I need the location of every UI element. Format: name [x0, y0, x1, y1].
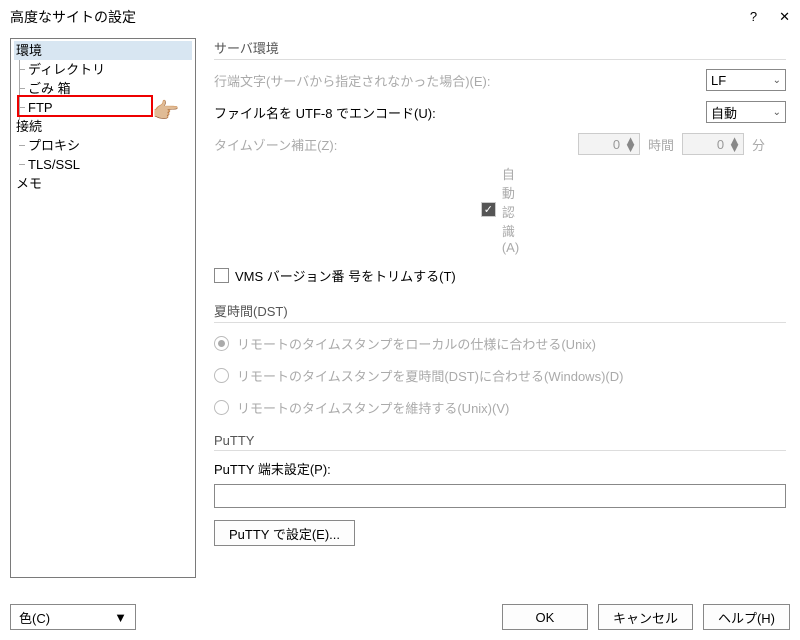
nav-item-directory[interactable]: ディレクトリ	[26, 60, 192, 79]
row-eol: 行端文字(サーバから指定されなかった場合)(E): LF ⌄	[214, 68, 786, 92]
color-button[interactable]: 色(C) ▼	[10, 604, 136, 630]
tz-hours-spinner[interactable]: 0 ▲▼	[578, 133, 640, 155]
color-button-label: 色(C)	[19, 608, 50, 627]
nav-item-proxy[interactable]: プロキシ	[26, 136, 192, 155]
tz-hours-unit: 時間	[648, 135, 682, 154]
annotation-highlight	[17, 95, 153, 117]
nav-item-memo[interactable]: メモ	[14, 174, 192, 193]
eol-select[interactable]: LF ⌄	[706, 69, 786, 91]
spinner-arrows-icon: ▲▼	[624, 137, 637, 151]
chevron-down-icon: ⌄	[773, 75, 781, 86]
tz-hours-value: 0	[613, 137, 620, 152]
nav-item-environment[interactable]: 環境	[14, 41, 192, 60]
group-title-putty: PuTTY	[214, 433, 786, 451]
help-icon[interactable]: ?	[750, 0, 757, 34]
row-vms: VMS バージョン番 号をトリムする(T)	[214, 263, 786, 287]
row-utf8: ファイル名を UTF-8 でエンコード(U): 自動 ⌄	[214, 100, 786, 124]
tz-mins-value: 0	[717, 137, 724, 152]
pointer-icon: 👈🏼	[153, 98, 180, 124]
ok-button[interactable]: OK	[502, 604, 588, 630]
group-title-server-env: サーバ環境	[214, 38, 786, 60]
dst-option-1[interactable]: リモートのタイムスタンプをローカルの仕様に合わせる(Unix)	[214, 331, 786, 355]
group-dst: 夏時間(DST) リモートのタイムスタンプをローカルの仕様に合わせる(Unix)…	[214, 301, 786, 419]
radio-icon	[214, 368, 229, 383]
group-server-env: サーバ環境 行端文字(サーバから指定されなかった場合)(E): LF ⌄ ファイ…	[214, 38, 786, 287]
title-bar: 高度なサイトの設定 ? ✕	[0, 0, 800, 34]
help-button[interactable]: ヘルプ(H)	[703, 604, 790, 630]
utf8-label: ファイル名を UTF-8 でエンコード(U):	[214, 103, 706, 122]
dst-opt1-label: リモートのタイムスタンプをローカルの仕様に合わせる(Unix)	[237, 334, 786, 353]
dst-option-3[interactable]: リモートのタイムスタンプを維持する(Unix)(V)	[214, 395, 786, 419]
putty-terminal-input[interactable]	[214, 484, 786, 508]
radio-icon	[214, 400, 229, 415]
spinner-arrows-icon: ▲▼	[728, 137, 741, 151]
group-putty: PuTTY PuTTY 端末設定(P): PuTTY で設定(E)...	[214, 433, 786, 546]
group-title-dst: 夏時間(DST)	[214, 301, 786, 323]
vms-label: VMS バージョン番 号をトリムする(T)	[235, 266, 456, 285]
row-auto-detect: ✓ 自動認識(A)	[214, 164, 786, 255]
eol-value: LF	[711, 73, 726, 88]
tz-label: タイムゾーン補正(Z):	[214, 135, 578, 154]
dst-option-2[interactable]: リモートのタイムスタンプを夏時間(DST)に合わせる(Windows)(D)	[214, 363, 786, 387]
tz-mins-unit: 分	[752, 135, 786, 154]
nav-tree[interactable]: 環境 ディレクトリ ごみ 箱 FTP 接続 プロキシ TLS/SSL メモ 👈🏼	[10, 38, 196, 578]
tz-mins-spinner[interactable]: 0 ▲▼	[682, 133, 744, 155]
dst-opt3-label: リモートのタイムスタンプを維持する(Unix)(V)	[237, 398, 786, 417]
auto-detect-checkbox: ✓	[481, 202, 496, 217]
nav-item-tlsssl[interactable]: TLS/SSL	[26, 155, 192, 174]
eol-label: 行端文字(サーバから指定されなかった場合)(E):	[214, 71, 706, 90]
vms-checkbox[interactable]	[214, 268, 229, 283]
cancel-button[interactable]: キャンセル	[598, 604, 693, 630]
auto-detect-label: 自動認識(A)	[502, 164, 519, 255]
window-controls: ? ✕	[750, 0, 790, 34]
radio-icon	[214, 336, 229, 351]
main-panel: サーバ環境 行端文字(サーバから指定されなかった場合)(E): LF ⌄ ファイ…	[196, 38, 790, 584]
chevron-down-icon: ⌄	[773, 107, 781, 118]
content-area: 環境 ディレクトリ ごみ 箱 FTP 接続 プロキシ TLS/SSL メモ 👈🏼…	[0, 34, 800, 584]
row-timezone: タイムゾーン補正(Z): 0 ▲▼ 時間 0 ▲▼ 分	[214, 132, 786, 156]
dst-opt2-label: リモートのタイムスタンプを夏時間(DST)に合わせる(Windows)(D)	[237, 366, 786, 385]
utf8-value: 自動	[711, 103, 737, 122]
window-title: 高度なサイトの設定	[10, 0, 136, 34]
utf8-select[interactable]: 自動 ⌄	[706, 101, 786, 123]
putty-config-button[interactable]: PuTTY で設定(E)...	[214, 520, 355, 546]
chevron-down-icon: ▼	[114, 610, 127, 625]
putty-terminal-label: PuTTY 端末設定(P):	[214, 459, 786, 478]
footer-bar: 色(C) ▼ OK キャンセル ヘルプ(H)	[10, 604, 790, 630]
close-icon[interactable]: ✕	[779, 0, 790, 34]
